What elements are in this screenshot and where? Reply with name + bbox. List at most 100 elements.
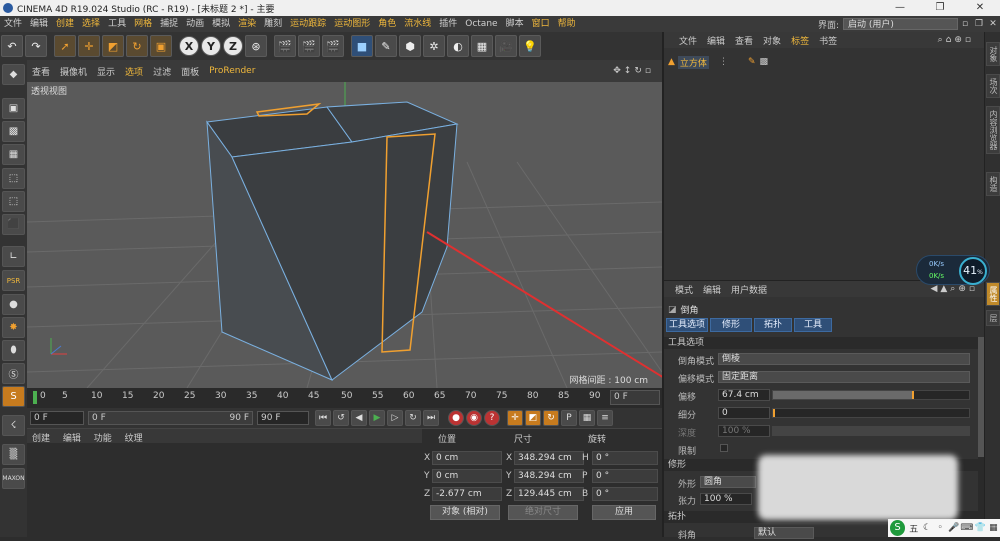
keyboard-icon[interactable]: ⌨ [960, 523, 973, 533]
rot-p-field[interactable]: 0 ° [592, 469, 658, 483]
tab-structure[interactable]: 构造 [986, 172, 1000, 196]
move-tool-button[interactable]: ✛ [78, 35, 100, 57]
key-parameter-button[interactable]: P [561, 410, 577, 426]
z-axis-button[interactable]: Z [223, 36, 243, 56]
enable-axis-button[interactable]: ∟ [2, 246, 25, 267]
menu-animate[interactable]: 动画 [182, 16, 208, 32]
rot-h-field[interactable]: 0 ° [592, 451, 658, 465]
attr-scrollbar-thumb[interactable] [978, 337, 984, 457]
menu-edit[interactable]: 编辑 [26, 16, 52, 32]
scale-tool-button[interactable]: ◩ [102, 35, 124, 57]
layout-close-icon[interactable]: ✕ [986, 19, 1000, 29]
s-orange-button[interactable]: S [2, 386, 25, 407]
cube-object-button[interactable]: ■ [351, 35, 373, 57]
render-settings-button[interactable]: 🎬 [322, 35, 344, 57]
checker-tag-icon[interactable]: ▩ [759, 57, 768, 67]
s-button[interactable]: Ⓢ [2, 363, 25, 384]
close-button[interactable]: ✕ [960, 0, 1000, 16]
menu-help[interactable]: 帮助 [554, 16, 580, 32]
depth-field[interactable]: 100 % [718, 425, 770, 437]
undo-button[interactable]: ↶ [1, 35, 23, 57]
coordinate-mode-select[interactable]: 对象 (相对) [430, 505, 500, 520]
render-view-button[interactable]: 🎬 [274, 35, 296, 57]
pos-y-field[interactable]: 0 cm [432, 469, 502, 483]
tab-tool[interactable]: 工具 [794, 318, 832, 332]
render-picture-viewer-button[interactable]: 🎬 [298, 35, 320, 57]
apply-button[interactable]: 应用 [592, 505, 656, 520]
attr-menu-userdata[interactable]: 用户数据 [726, 283, 772, 296]
offset-field[interactable]: 67.4 cm [718, 389, 770, 401]
timeline[interactable]: 0 5 10 15 20 25 30 35 40 45 50 55 60 65 … [27, 388, 662, 408]
autokey-button[interactable]: ◉ [466, 410, 482, 426]
key-scale-button[interactable]: ◩ [525, 410, 541, 426]
light-button[interactable]: 💡 [519, 35, 541, 57]
menu-window[interactable]: 窗口 [528, 16, 554, 32]
coordinate-system-button[interactable]: ⊛ [245, 35, 267, 57]
sogou-logo-icon[interactable]: S [890, 520, 906, 536]
object-menu-tags[interactable]: 标签 [786, 34, 814, 47]
key-position-button[interactable]: ✛ [507, 410, 523, 426]
attr-nav-icons[interactable]: ◀▲⌕⊕▫ [930, 284, 978, 294]
ime-mode-label[interactable]: 五 [907, 522, 920, 535]
pen-tool-button[interactable]: ✎ [375, 35, 397, 57]
corner-select[interactable]: 默认 [754, 527, 814, 539]
object-menu-view[interactable]: 查看 [730, 34, 758, 47]
bevel-mode-select[interactable]: 倒棱 [718, 353, 970, 365]
menu-character[interactable]: 角色 [374, 16, 400, 32]
object-row[interactable]: ▲ 立方体 ⋮ ✎ ▩ [668, 55, 768, 69]
menu-render[interactable]: 渲染 [234, 16, 260, 32]
layout-restore-icon[interactable]: ❐ [972, 19, 986, 29]
pos-x-field[interactable]: 0 cm [432, 451, 502, 465]
viewport-menu-camera[interactable]: 摄像机 [55, 65, 92, 78]
recent-tool-button[interactable]: ▣ [150, 35, 172, 57]
grid-snap-button[interactable]: ▒ [2, 444, 25, 465]
shape-select[interactable]: 圆角 [700, 476, 756, 488]
array-button[interactable]: ✲ [423, 35, 445, 57]
viewport-menu-display[interactable]: 显示 [92, 65, 120, 78]
menu-create[interactable]: 创建 [52, 16, 78, 32]
next-frame-button[interactable]: ▷ [387, 410, 403, 426]
viewport-menu-panel[interactable]: 面板 [176, 65, 204, 78]
psr-button[interactable]: PSR [2, 270, 25, 291]
size-y-field[interactable]: 348.294 cm [514, 469, 584, 483]
pos-z-field[interactable]: -2.677 cm [432, 487, 502, 501]
menu-simulate[interactable]: 模拟 [208, 16, 234, 32]
polygon-mode-button[interactable]: ⬛ [2, 214, 25, 235]
tab-layers[interactable]: 层 [986, 310, 1000, 326]
paint-button[interactable]: ☇ [2, 415, 25, 436]
menu-plugins[interactable]: 插件 [435, 16, 461, 32]
workplane-button[interactable]: ▦ [2, 144, 25, 165]
redo-button[interactable]: ↷ [25, 35, 47, 57]
floor-button[interactable]: ▦ [471, 35, 493, 57]
offset-mode-select[interactable]: 固定距离 [718, 371, 970, 383]
viewport-menu-prorender[interactable]: ProRender [204, 66, 260, 76]
edge-mode-button[interactable]: ⬚ [2, 191, 25, 212]
mic-icon[interactable]: 🎤 [947, 523, 960, 533]
tab-tool-options[interactable]: 工具选项 [666, 318, 708, 332]
tab-content-browser[interactable]: 内容浏览器 [986, 106, 1000, 154]
subdivision-field[interactable]: 0 [718, 407, 770, 419]
timeline-menu-button[interactable]: ≡ [597, 410, 613, 426]
snap-button[interactable]: ✸ [2, 317, 25, 338]
x-axis-button[interactable]: X [179, 36, 199, 56]
prev-frame-button[interactable]: ◀ [351, 410, 367, 426]
goto-end-button[interactable]: ⏭ [423, 410, 439, 426]
network-speed-widget[interactable]: 0K/s 0K/s 41% [916, 255, 990, 285]
layout-select[interactable]: 启动 (用户) [843, 18, 958, 30]
preview-range-field[interactable]: 0 F 90 F [88, 411, 253, 425]
subdivision-button[interactable]: ⬢ [399, 35, 421, 57]
material-menu-create[interactable]: 创建 [27, 429, 55, 446]
menu-mograph[interactable]: 运动图形 [330, 16, 374, 32]
menu-snap[interactable]: 捕捉 [156, 16, 182, 32]
rot-b-field[interactable]: 0 ° [592, 487, 658, 501]
make-editable-button[interactable]: ◆ [2, 64, 25, 85]
current-frame-field[interactable]: 0 F [610, 390, 660, 405]
point-mode-button[interactable]: ⬚ [2, 168, 25, 189]
model-mode-button[interactable]: ▣ [2, 98, 25, 119]
menu-motion-tracking[interactable]: 运动跟踪 [286, 16, 330, 32]
attr-scrollbar[interactable] [978, 337, 984, 532]
y-axis-button[interactable]: Y [201, 36, 221, 56]
tab-objects[interactable]: 对象 [986, 42, 1000, 66]
menu-select[interactable]: 选择 [78, 16, 104, 32]
key-rotation-button[interactable]: ↻ [543, 410, 559, 426]
